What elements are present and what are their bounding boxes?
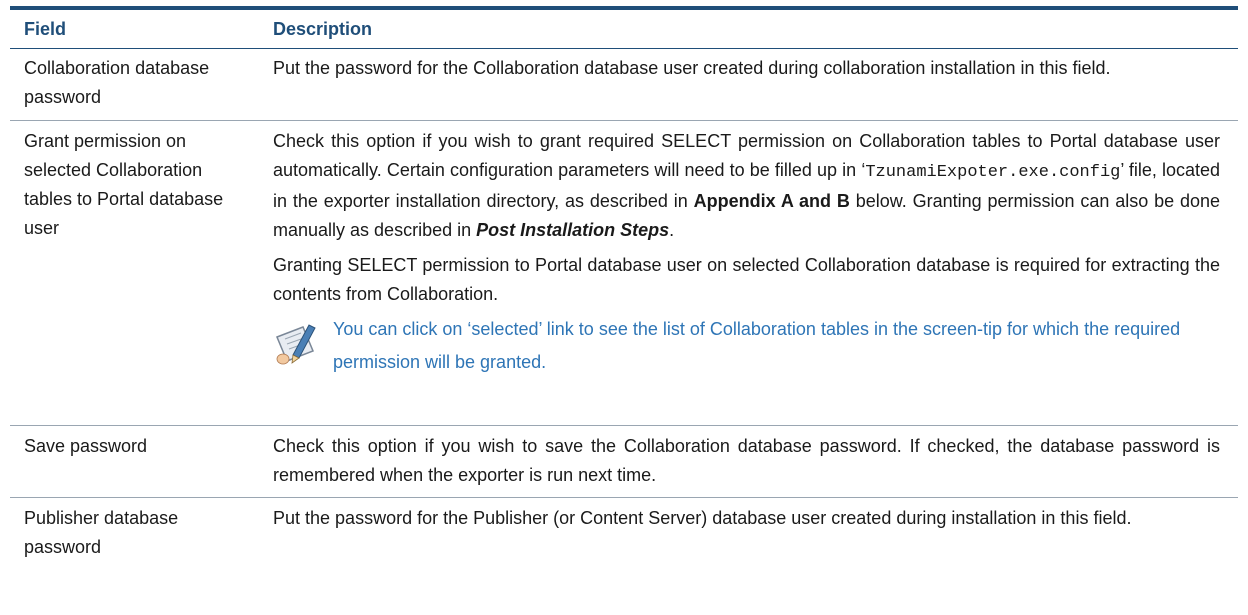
desc-part4: . (669, 220, 675, 240)
field-description-table: Field Description Collaboration database… (10, 6, 1238, 570)
note-callout: You can click on ‘selected’ link to see … (273, 313, 1220, 379)
post-install-reference: Post Installation Steps (476, 220, 670, 240)
note-pencil-icon (276, 324, 316, 365)
field-name: Collaboration database password (24, 58, 210, 107)
description-text: Put the password for the Publisher (or C… (273, 508, 1132, 528)
table-row: Publisher database password Put the pass… (10, 498, 1238, 570)
field-name: Publisher database password (24, 508, 179, 557)
field-name: Grant permission on selected Collaborati… (24, 131, 224, 238)
field-name: Save password (24, 436, 148, 456)
note-text: You can click on ‘selected’ link to see … (333, 319, 1181, 372)
field-description: Put the password for the Publisher (or C… (273, 498, 1238, 570)
description-text: Check this option if you wish to save th… (273, 436, 1220, 485)
description-paragraph-2: Granting SELECT permission to Portal dat… (273, 255, 1220, 304)
table-row: Save password Check this option if you w… (10, 426, 1238, 498)
table-header-row: Field Description (10, 10, 1238, 49)
description-text: Check this option if you wish to grant r… (273, 127, 1220, 245)
header-field: Field (24, 18, 67, 39)
config-file-name: TzunamiExpoter.exe.config (865, 163, 1121, 182)
field-description: Check this option if you wish to grant r… (273, 121, 1238, 425)
table-row: Grant permission on selected Collaborati… (10, 121, 1238, 426)
field-description: Put the password for the Collaboration d… (273, 49, 1238, 120)
header-description: Description (273, 18, 373, 39)
appendix-reference: Appendix A and B (693, 191, 850, 211)
description-text: Put the password for the Collaboration d… (273, 58, 1111, 78)
field-description: Check this option if you wish to save th… (273, 426, 1238, 497)
table-row: Collaboration database password Put the … (10, 49, 1238, 121)
